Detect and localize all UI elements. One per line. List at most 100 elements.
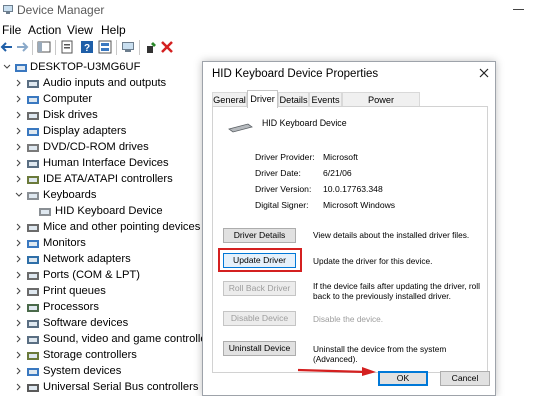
keyboard-icon (228, 123, 253, 133)
properties-dialog: HID Keyboard Device Properties General D… (202, 61, 496, 396)
toolbar-separator (32, 40, 33, 55)
computer-icon (15, 64, 27, 72)
tree-item-label: Print queues (43, 285, 106, 297)
chevron-right-icon[interactable] (14, 302, 24, 312)
digital-signer-value: Microsoft Windows (323, 200, 396, 210)
tab-driver[interactable]: Driver (247, 90, 278, 108)
chevron-right-icon[interactable] (14, 286, 24, 296)
tab-general[interactable]: General (212, 92, 247, 107)
tree-item-label: Display adapters (43, 125, 127, 137)
driver-version-value: 10.0.17763.348 (323, 184, 383, 194)
tree-item-label: Software devices (43, 317, 129, 329)
close-icon[interactable] (478, 67, 490, 79)
chevron-right-icon[interactable] (14, 334, 24, 344)
chevron-right-icon[interactable] (14, 366, 24, 376)
tree-item-label: Universal Serial Bus controllers (43, 381, 199, 393)
roll-back-driver-description: If the device fails after updating the d… (313, 281, 480, 301)
menu-file[interactable]: File (2, 23, 21, 37)
driver-details-description: View details about the installed driver … (313, 230, 470, 240)
device-tree: DESKTOP-U3MG6UF Audio inputs and outputs C… (0, 60, 216, 396)
chevron-right-icon[interactable] (14, 126, 24, 136)
disk-icon (27, 112, 39, 120)
chevron-down-icon[interactable] (2, 62, 12, 72)
help-icon[interactable]: ? (80, 40, 94, 54)
chevron-right-icon[interactable] (14, 158, 24, 168)
driver-date-label: Driver Date: (255, 168, 301, 178)
driver-provider-label: Driver Provider: (255, 152, 315, 162)
chevron-right-icon[interactable] (14, 270, 24, 280)
menu-action[interactable]: Action (28, 23, 61, 37)
tree-item-label: Human Interface Devices (43, 157, 169, 169)
cancel-button[interactable]: Cancel (440, 371, 490, 386)
scan-hardware-icon[interactable] (121, 40, 135, 54)
driver-date-value: 6/21/06 (323, 168, 352, 178)
tree-item-label: HID Keyboard Device (55, 205, 163, 217)
driver-version-label: Driver Version: (255, 184, 312, 194)
update-driver-button[interactable]: Update Driver (223, 253, 296, 268)
update-driver-description: Update the driver for this device. (313, 256, 433, 266)
toolbar-separator (55, 40, 56, 55)
menu-help[interactable]: Help (101, 23, 126, 37)
chevron-right-icon[interactable] (14, 238, 24, 248)
chevron-right-icon[interactable] (14, 382, 24, 392)
driver-provider-value: Microsoft (323, 152, 358, 162)
window-title: Device Manager (17, 3, 105, 17)
ok-button[interactable]: OK (378, 371, 428, 386)
digital-signer-label: Digital Signer: (255, 200, 309, 210)
tree-item-label: Sound, video and game controllers (43, 333, 216, 345)
chevron-right-icon[interactable] (14, 350, 24, 360)
roll-back-driver-button[interactable]: Roll Back Driver (223, 281, 296, 296)
monitor-icon (27, 240, 39, 248)
chevron-right-icon[interactable] (14, 222, 24, 232)
chevron-right-icon[interactable] (14, 318, 24, 328)
disable-device-button[interactable]: Disable Device (223, 311, 296, 326)
tree-item-label: Audio inputs and outputs (43, 77, 167, 89)
tab-details[interactable]: Details (278, 92, 309, 107)
device-view-icon[interactable] (98, 40, 112, 54)
tree-item-label: Mice and other pointing devices (43, 221, 201, 233)
toolbar-separator (139, 40, 140, 55)
keyboard-icon (27, 192, 39, 200)
uninstall-icon[interactable] (160, 40, 174, 54)
mouse-icon (27, 224, 39, 232)
toolbar: ? (0, 39, 551, 57)
processor-icon (27, 304, 39, 312)
driver-tab-panel: HID Keyboard Device Driver Provider: Mic… (212, 106, 488, 373)
menu-view[interactable]: View (67, 23, 93, 37)
tree-item-label: System devices (43, 365, 122, 377)
computer-icon (27, 96, 39, 104)
minimize-button[interactable] (513, 9, 524, 10)
tree-item-label: DVD/CD-ROM drives (43, 141, 149, 153)
chevron-right-icon[interactable] (14, 142, 24, 152)
tree-item-label: Disk drives (43, 109, 98, 121)
chevron-right-icon[interactable] (14, 78, 24, 88)
chevron-right-icon[interactable] (14, 110, 24, 120)
tree-root-label: DESKTOP-U3MG6UF (30, 61, 141, 73)
properties-icon[interactable] (60, 40, 74, 54)
port-icon (27, 272, 39, 280)
chevron-right-icon[interactable] (14, 94, 24, 104)
dialog-title: HID Keyboard Device Properties (212, 68, 379, 80)
tree-item-label: Monitors (43, 237, 86, 249)
tab-events[interactable]: Events (309, 92, 342, 107)
show-hide-console-tree-icon[interactable] (37, 40, 51, 54)
chevron-down-icon[interactable] (14, 190, 24, 200)
chevron-right-icon[interactable] (14, 174, 24, 184)
update-driver-icon[interactable] (144, 40, 158, 54)
system-icon (27, 368, 39, 376)
device-manager-icon (3, 5, 13, 14)
tree-item-label: Ports (COM & LPT) (43, 269, 140, 281)
driver-details-button[interactable]: Driver Details (223, 228, 296, 243)
uninstall-device-description: Uninstall the device from the system (Ad… (313, 344, 447, 364)
back-icon[interactable] (0, 40, 14, 54)
tab-power-management[interactable]: Power Management (342, 92, 420, 115)
forward-icon[interactable] (15, 40, 29, 54)
svg-text:?: ? (84, 43, 90, 54)
annotation-arrow-icon (297, 367, 376, 376)
speaker-icon (27, 80, 39, 88)
chevron-right-icon[interactable] (14, 254, 24, 264)
tree-item-label: Storage controllers (43, 349, 137, 361)
display-icon (27, 128, 39, 136)
ide-icon (27, 176, 39, 184)
uninstall-device-button[interactable]: Uninstall Device (223, 341, 296, 356)
